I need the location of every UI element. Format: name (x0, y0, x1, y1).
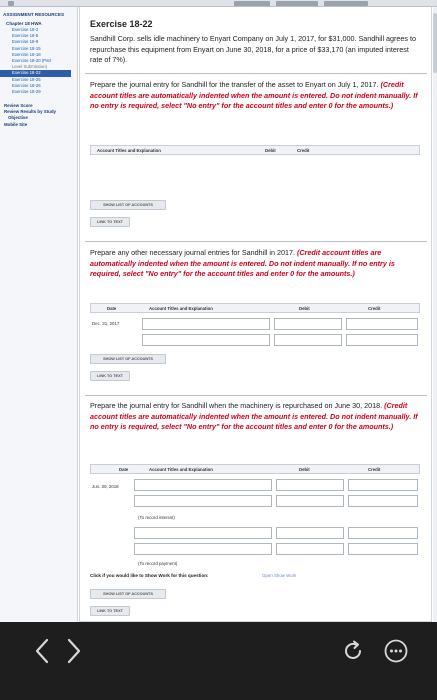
credit-input[interactable] (348, 479, 418, 491)
link-to-text-button[interactable]: LINK TO TEXT (90, 606, 130, 616)
account-title-input[interactable] (134, 543, 272, 555)
credit-input[interactable] (348, 527, 418, 539)
sidebar-chapter[interactable]: Chapter 18 HWA (0, 20, 77, 27)
exercise-title: Exercise 18-22 (90, 19, 153, 29)
table-header: Account Titles and Explanation Debit Cre… (90, 145, 420, 155)
scroll-thumb[interactable] (433, 13, 437, 73)
sidebar-header: ASSIGNMENT RESOURCES (3, 12, 65, 17)
header-date: Date (107, 306, 117, 311)
part1-prompt: Prepare the journal entry for Sandhill f… (90, 80, 422, 112)
header-debit: Debit (265, 148, 276, 153)
assignment-sidebar: ASSIGNMENT RESOURCES Chapter 18 HWA Exer… (0, 7, 78, 622)
reload-icon[interactable] (342, 640, 364, 662)
divider (85, 73, 427, 74)
main-content: Exercise 18-22 Sandhill Corp. sells idle… (79, 7, 437, 622)
credit-input[interactable] (348, 495, 418, 507)
debit-input[interactable] (276, 543, 344, 555)
account-title-input[interactable] (134, 479, 272, 491)
debit-input[interactable] (276, 479, 344, 491)
open-show-work-link[interactable]: Open Show Work (262, 573, 296, 578)
credit-input[interactable] (346, 334, 418, 346)
part3-prompt-text: Prepare the journal entry for Sandhill w… (90, 401, 383, 410)
account-title-input[interactable] (142, 334, 270, 346)
show-list-of-accounts-button[interactable]: SHOW LIST OF ACCOUNTS (90, 354, 166, 364)
exercise-panel: Exercise 18-22 Sandhill Corp. sells idle… (79, 7, 432, 622)
journal-table-part3: Date Account Titles and Explanation Debi… (90, 464, 420, 569)
header-credit: Credit (297, 148, 310, 153)
account-title-input[interactable] (134, 495, 272, 507)
toolbar-tab[interactable] (324, 1, 368, 6)
link-to-text-button[interactable]: LINK TO TEXT (90, 217, 130, 227)
header-account: Account Titles and Explanation (149, 306, 213, 311)
part3-prompt: Prepare the journal entry for Sandhill w… (90, 401, 422, 433)
forward-chevron-icon[interactable] (66, 638, 82, 664)
exercise-intro: Sandhill Corp. sells idle machinery to E… (90, 34, 417, 64)
table-header: Date Account Titles and Explanation Debi… (90, 464, 420, 474)
toolbar-tab[interactable] (234, 1, 270, 6)
debit-input[interactable] (276, 495, 344, 507)
top-toolbar (0, 0, 437, 7)
header-account: Account Titles and Explanation (149, 467, 213, 472)
credit-input[interactable] (348, 543, 418, 555)
show-list-of-accounts-button[interactable]: SHOW LIST OF ACCOUNTS (90, 200, 166, 210)
debit-input[interactable] (276, 527, 344, 539)
part1-prompt-text: Prepare the journal entry for Sandhill f… (90, 80, 379, 89)
divider (85, 241, 427, 242)
account-title-input[interactable] (134, 527, 272, 539)
header-account: Account Titles and Explanation (97, 148, 161, 153)
header-credit: Credit (368, 306, 381, 311)
table-header: Date Account Titles and Explanation Debi… (90, 303, 420, 313)
divider (85, 395, 427, 396)
toolbar-tab[interactable] (276, 1, 318, 6)
sidebar-mobile-site[interactable]: Mobile Site (0, 122, 77, 128)
header-date: Date (119, 467, 129, 472)
credit-input[interactable] (346, 318, 418, 330)
header-debit: Debit (299, 306, 310, 311)
explanation-label: (To record interest) (138, 515, 175, 520)
debit-input[interactable] (274, 334, 342, 346)
entry-date: Jun. 30, 2018 (92, 484, 119, 489)
show-work-prompt: Click if you would like to Show Work for… (90, 573, 209, 578)
browser-bottom-bar (0, 622, 437, 700)
debit-input[interactable] (274, 318, 342, 330)
menu-icon[interactable] (8, 1, 14, 6)
header-debit: Debit (299, 467, 310, 472)
account-title-input[interactable] (142, 318, 270, 330)
explanation-label: (To record payment) (138, 561, 178, 566)
link-to-text-button[interactable]: LINK TO TEXT (90, 371, 130, 381)
part2-prompt-text: Prepare any other necessary journal entr… (90, 248, 295, 257)
header-credit: Credit (368, 467, 381, 472)
vertical-scrollbar[interactable] (433, 7, 437, 622)
part2-prompt: Prepare any other necessary journal entr… (90, 248, 422, 280)
more-options-icon[interactable] (384, 639, 408, 663)
journal-table-part1: Account Titles and Explanation Debit Cre… (90, 145, 420, 205)
back-chevron-icon[interactable] (34, 638, 50, 664)
entry-date: Dec. 31, 2017 (92, 321, 120, 326)
show-list-of-accounts-button[interactable]: SHOW LIST OF ACCOUNTS (90, 589, 166, 599)
